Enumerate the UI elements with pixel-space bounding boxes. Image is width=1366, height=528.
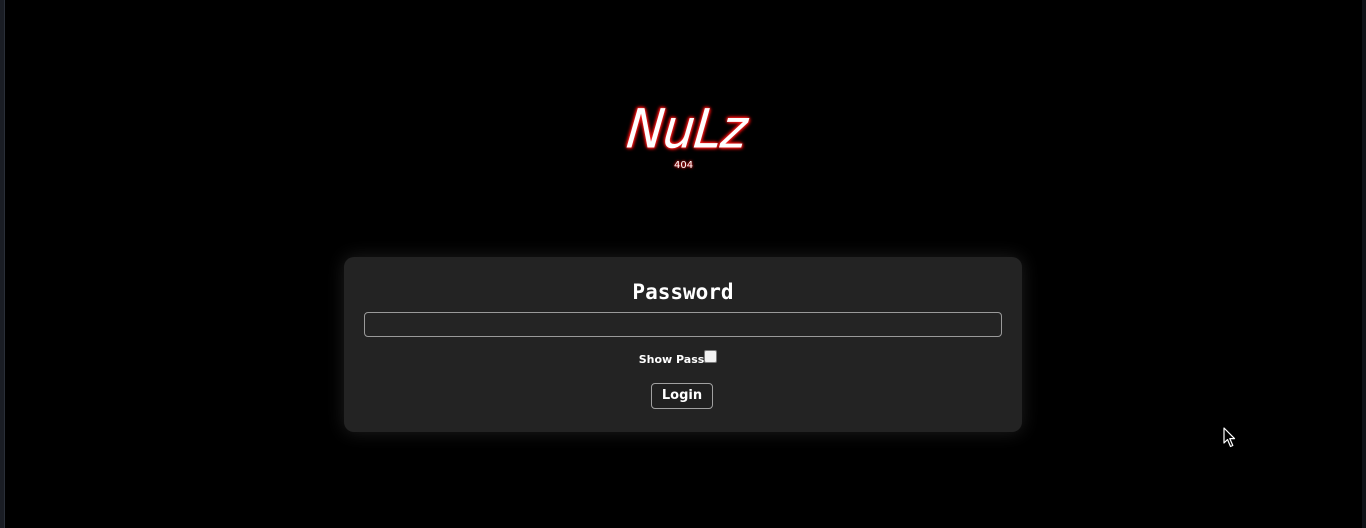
login-button[interactable]: Login	[651, 383, 713, 409]
window-left-edge	[0, 0, 5, 528]
site-logo: NuLz 404	[624, 98, 750, 182]
password-heading: Password	[632, 280, 734, 304]
mouse-pointer-icon	[1223, 427, 1236, 448]
window-right-edge	[1362, 0, 1366, 528]
logo-title: NuLz	[623, 97, 750, 161]
password-input[interactable]	[364, 312, 1002, 337]
logo-subtitle: 404	[674, 160, 694, 171]
login-card: Password Show Pass Login	[344, 257, 1022, 432]
show-pass-checkbox[interactable]	[704, 349, 718, 363]
show-pass-row: Show Pass	[344, 349, 1022, 366]
show-pass-label: Show Pass	[638, 352, 705, 366]
